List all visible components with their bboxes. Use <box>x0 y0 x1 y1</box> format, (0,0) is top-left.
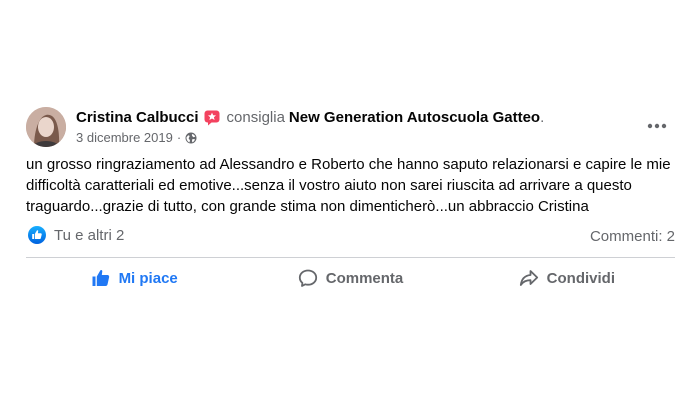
post-date[interactable]: 3 dicembre 2019 <box>76 130 173 146</box>
meta-separator: · <box>176 130 182 145</box>
post-meta: 3 dicembre 2019 · <box>76 130 197 146</box>
reactions-summary[interactable]: Tu e altri 2 <box>28 226 124 244</box>
like-label: Mi piace <box>118 269 178 287</box>
comment-label: Commenta <box>325 269 404 287</box>
like-button[interactable]: Mi piace <box>26 260 242 296</box>
page-name-link[interactable]: New Generation Autoscuola Gatteo <box>289 109 540 127</box>
avatar[interactable] <box>26 107 66 147</box>
more-options-icon[interactable] <box>644 116 670 136</box>
recommends-label: consiglia <box>226 109 285 126</box>
reactions-count: Tu e altri 2 <box>54 226 125 244</box>
share-button[interactable]: Condividi <box>459 260 675 296</box>
divider <box>26 257 675 258</box>
post-header: Cristina Calbucci consiglia New Generati… <box>76 109 544 127</box>
avatar-photo <box>26 107 66 147</box>
comment-icon <box>298 269 317 287</box>
post-body: un grosso ringraziamento ad Alessandro e… <box>26 156 671 215</box>
share-label: Condividi <box>546 269 615 287</box>
share-icon <box>519 270 538 286</box>
post-card: Cristina Calbucci consiglia New Generati… <box>0 0 700 400</box>
recommend-star-icon <box>204 110 220 126</box>
action-bar: Mi piace Commenta Condividi <box>26 260 675 296</box>
comments-count[interactable]: Commenti: 2 <box>590 228 675 245</box>
globe-icon[interactable] <box>185 132 197 144</box>
thumbs-up-icon <box>92 270 109 286</box>
comment-button[interactable]: Commenta <box>242 260 458 296</box>
author-name[interactable]: Cristina Calbucci <box>76 109 199 127</box>
trailing-period: . <box>540 109 545 126</box>
like-icon <box>28 226 46 244</box>
